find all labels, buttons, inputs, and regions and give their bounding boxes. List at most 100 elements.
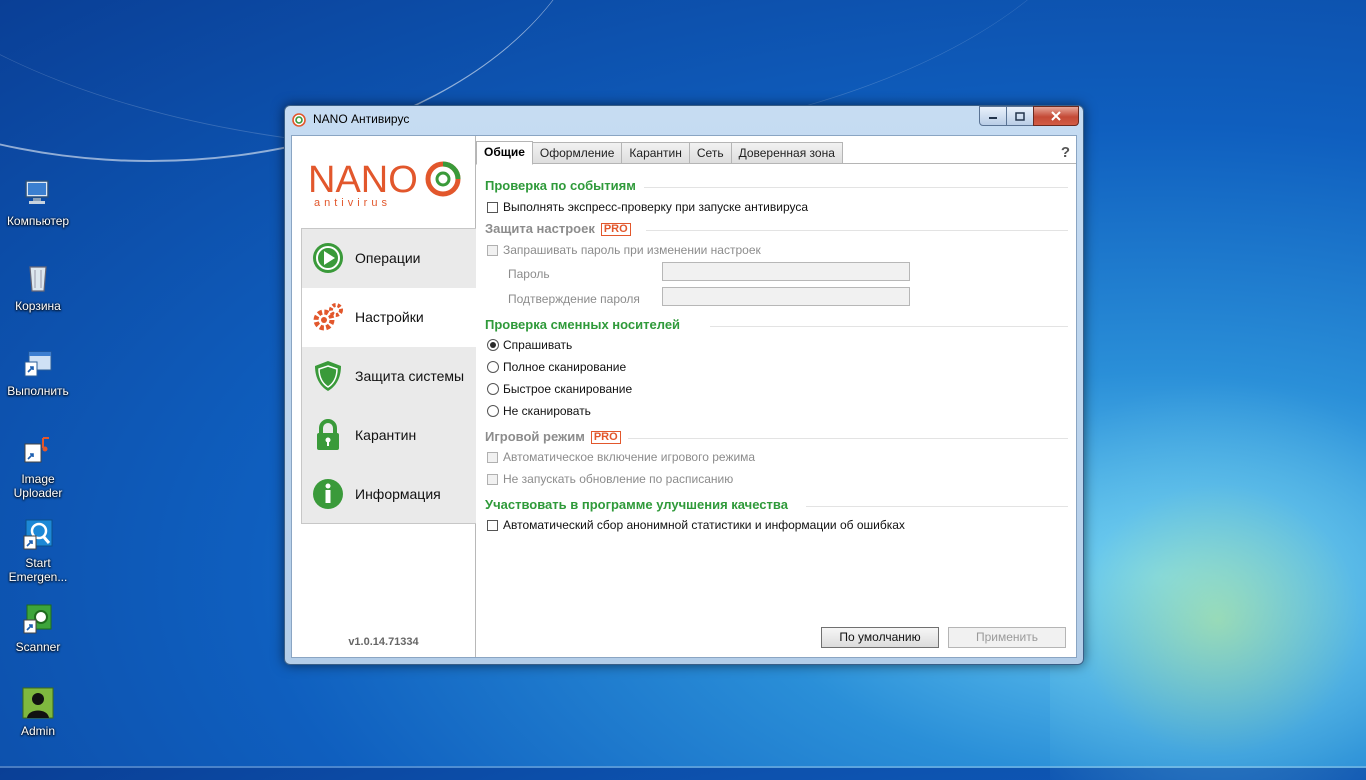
default-button[interactable]: По умолчанию xyxy=(821,627,939,648)
checkbox-label: Автоматическое включение игрового режима xyxy=(503,450,756,464)
checkbox-box xyxy=(487,473,498,485)
left-pane: NANO antivirus Операции Настройки Защита… xyxy=(292,136,476,657)
tab-quarantine[interactable]: Карантин xyxy=(621,142,690,164)
checkbox-box[interactable] xyxy=(487,201,498,213)
title-bar[interactable]: NANO Антивирус xyxy=(285,106,1083,134)
no-scheduled-update-checkbox: Не запускать обновление по расписанию xyxy=(487,472,733,486)
desktop-icon-label: Компьютер xyxy=(6,214,70,228)
radio-no-scan[interactable]: Не сканировать xyxy=(487,404,591,418)
close-icon xyxy=(1051,111,1061,121)
desktop-icon-recycle-bin[interactable]: Корзина xyxy=(0,261,76,313)
tab-network[interactable]: Сеть xyxy=(688,142,732,164)
maximize-button[interactable] xyxy=(1006,106,1034,126)
desktop-icon-emergency[interactable]: Start Emergen... xyxy=(0,518,76,584)
section-title-text: Игровой режим xyxy=(485,429,585,444)
desktop-icon-run[interactable]: Выполнить xyxy=(0,346,76,398)
radio-ask[interactable]: Спрашивать xyxy=(487,338,572,352)
confirm-password-field xyxy=(662,287,910,306)
sidebar-item-label: Карантин xyxy=(355,426,417,443)
sidebar-item-label: Операции xyxy=(355,250,421,267)
password-label: Пароль xyxy=(508,267,550,281)
window-title: NANO Антивирус xyxy=(313,112,410,126)
section-title-settings-protection: Защита настроек PRO xyxy=(485,221,631,237)
sidebar-nav: Операции Настройки Защита системы Карант… xyxy=(301,228,476,524)
desktop-icon-label: Корзина xyxy=(15,299,61,313)
computer-icon xyxy=(25,180,49,204)
radio-label: Не сканировать xyxy=(503,404,591,418)
desktop-icon-label: Scanner xyxy=(15,640,61,654)
radio-label: Спрашивать xyxy=(503,338,573,352)
apply-button: Применить xyxy=(948,627,1066,648)
desktop-icon-admin[interactable]: Admin xyxy=(0,686,76,738)
section-title-text: Защита настроек xyxy=(485,221,595,236)
sidebar-item-label: Информация xyxy=(355,485,441,502)
password-field xyxy=(662,262,910,281)
close-button[interactable] xyxy=(1033,106,1079,126)
minimize-icon xyxy=(989,117,997,119)
emergency-icon xyxy=(23,519,53,550)
desktop-icon-label: Admin xyxy=(20,724,55,738)
radio-button[interactable] xyxy=(487,361,499,373)
sidebar-item-label: Настройки xyxy=(355,309,424,326)
checkbox-label: Не запускать обновление по расписанию xyxy=(503,472,734,486)
help-button[interactable]: ? xyxy=(1061,144,1070,161)
user-icon xyxy=(22,687,54,719)
settings-pane: Общие Оформление Карантин Сеть Доверенна… xyxy=(476,136,1076,657)
app-window: NANO Антивирус NANO antivirus Операции Н… xyxy=(284,105,1084,665)
tab-appearance[interactable]: Оформление xyxy=(531,142,623,164)
radio-button[interactable] xyxy=(487,405,499,417)
tab-bar: Общие Оформление Карантин Сеть Доверенна… xyxy=(476,141,843,165)
sidebar-item-label: Защита системы xyxy=(355,367,465,384)
desktop-icon-label: Image Uploader xyxy=(13,472,63,500)
nano-app-icon xyxy=(292,113,306,127)
pro-badge: PRO xyxy=(600,223,631,237)
sidebar-item-quarantine[interactable]: Карантин xyxy=(302,405,476,465)
sidebar-item-operations[interactable]: Операции xyxy=(302,229,476,288)
radio-button[interactable] xyxy=(487,383,499,395)
desktop-icon-label: Выполнить xyxy=(7,384,69,398)
scanner-icon xyxy=(23,604,52,634)
checkbox-box[interactable] xyxy=(487,519,498,531)
express-scan-checkbox[interactable]: Выполнять экспресс-проверку при запуске … xyxy=(487,200,808,214)
desktop-icon-computer[interactable]: Компьютер xyxy=(0,176,76,228)
desktop-icon-scanner[interactable]: Scanner xyxy=(0,602,76,654)
image-uploader-icon xyxy=(24,437,49,463)
svg-text:NANO: NANO xyxy=(308,159,418,201)
sidebar-item-system-protection[interactable]: Защита системы xyxy=(302,346,476,406)
section-title-game-mode: Игровой режим PRO xyxy=(485,429,621,445)
sidebar-item-settings[interactable]: Настройки xyxy=(302,287,476,347)
window-controls xyxy=(979,106,1079,126)
ask-password-checkbox: Запрашивать пароль при изменении настрое… xyxy=(487,243,761,257)
minimize-button[interactable] xyxy=(979,106,1007,126)
radio-quick-scan[interactable]: Быстрое сканирование xyxy=(487,382,632,396)
section-title-quality-program: Участвовать в программе улучшения качест… xyxy=(485,497,788,512)
tab-trusted-zone[interactable]: Доверенная зона xyxy=(730,142,843,164)
window-client-area: NANO antivirus Операции Настройки Защита… xyxy=(291,135,1077,658)
section-title-events: Проверка по событиям xyxy=(485,178,636,193)
checkbox-box xyxy=(487,451,498,463)
run-icon xyxy=(24,351,52,377)
auto-game-mode-checkbox: Автоматическое включение игрового режима xyxy=(487,450,755,464)
svg-text:antivirus: antivirus xyxy=(314,197,391,209)
radio-label: Быстрое сканирование xyxy=(503,382,633,396)
confirm-password-label: Подтверждение пароля xyxy=(508,292,640,306)
tab-general[interactable]: Общие xyxy=(476,141,533,165)
info-icon xyxy=(313,478,343,509)
shield-icon xyxy=(315,360,341,391)
lock-icon xyxy=(317,418,339,450)
recycle-bin-icon xyxy=(29,266,47,292)
radio-button[interactable] xyxy=(487,339,499,351)
desktop-icon-image-uploader[interactable]: Image Uploader xyxy=(0,434,76,500)
desktop-icon-label: Start Emergen... xyxy=(8,556,68,584)
maximize-icon xyxy=(1015,111,1025,121)
sidebar-item-information[interactable]: Информация xyxy=(302,464,476,523)
checkbox-label: Автоматический сбор анонимной статистики… xyxy=(503,518,905,532)
anonymous-stats-checkbox[interactable]: Автоматический сбор анонимной статистики… xyxy=(487,518,905,532)
gears-icon xyxy=(313,303,343,331)
radio-label: Полное сканирование xyxy=(503,360,627,374)
radio-full-scan[interactable]: Полное сканирование xyxy=(487,360,626,374)
pro-badge: PRO xyxy=(590,431,621,445)
nano-antivirus-logo: NANO antivirus xyxy=(308,159,461,209)
version-label: v1.0.14.71334 xyxy=(348,636,419,648)
checkbox-label: Запрашивать пароль при изменении настрое… xyxy=(503,243,761,257)
